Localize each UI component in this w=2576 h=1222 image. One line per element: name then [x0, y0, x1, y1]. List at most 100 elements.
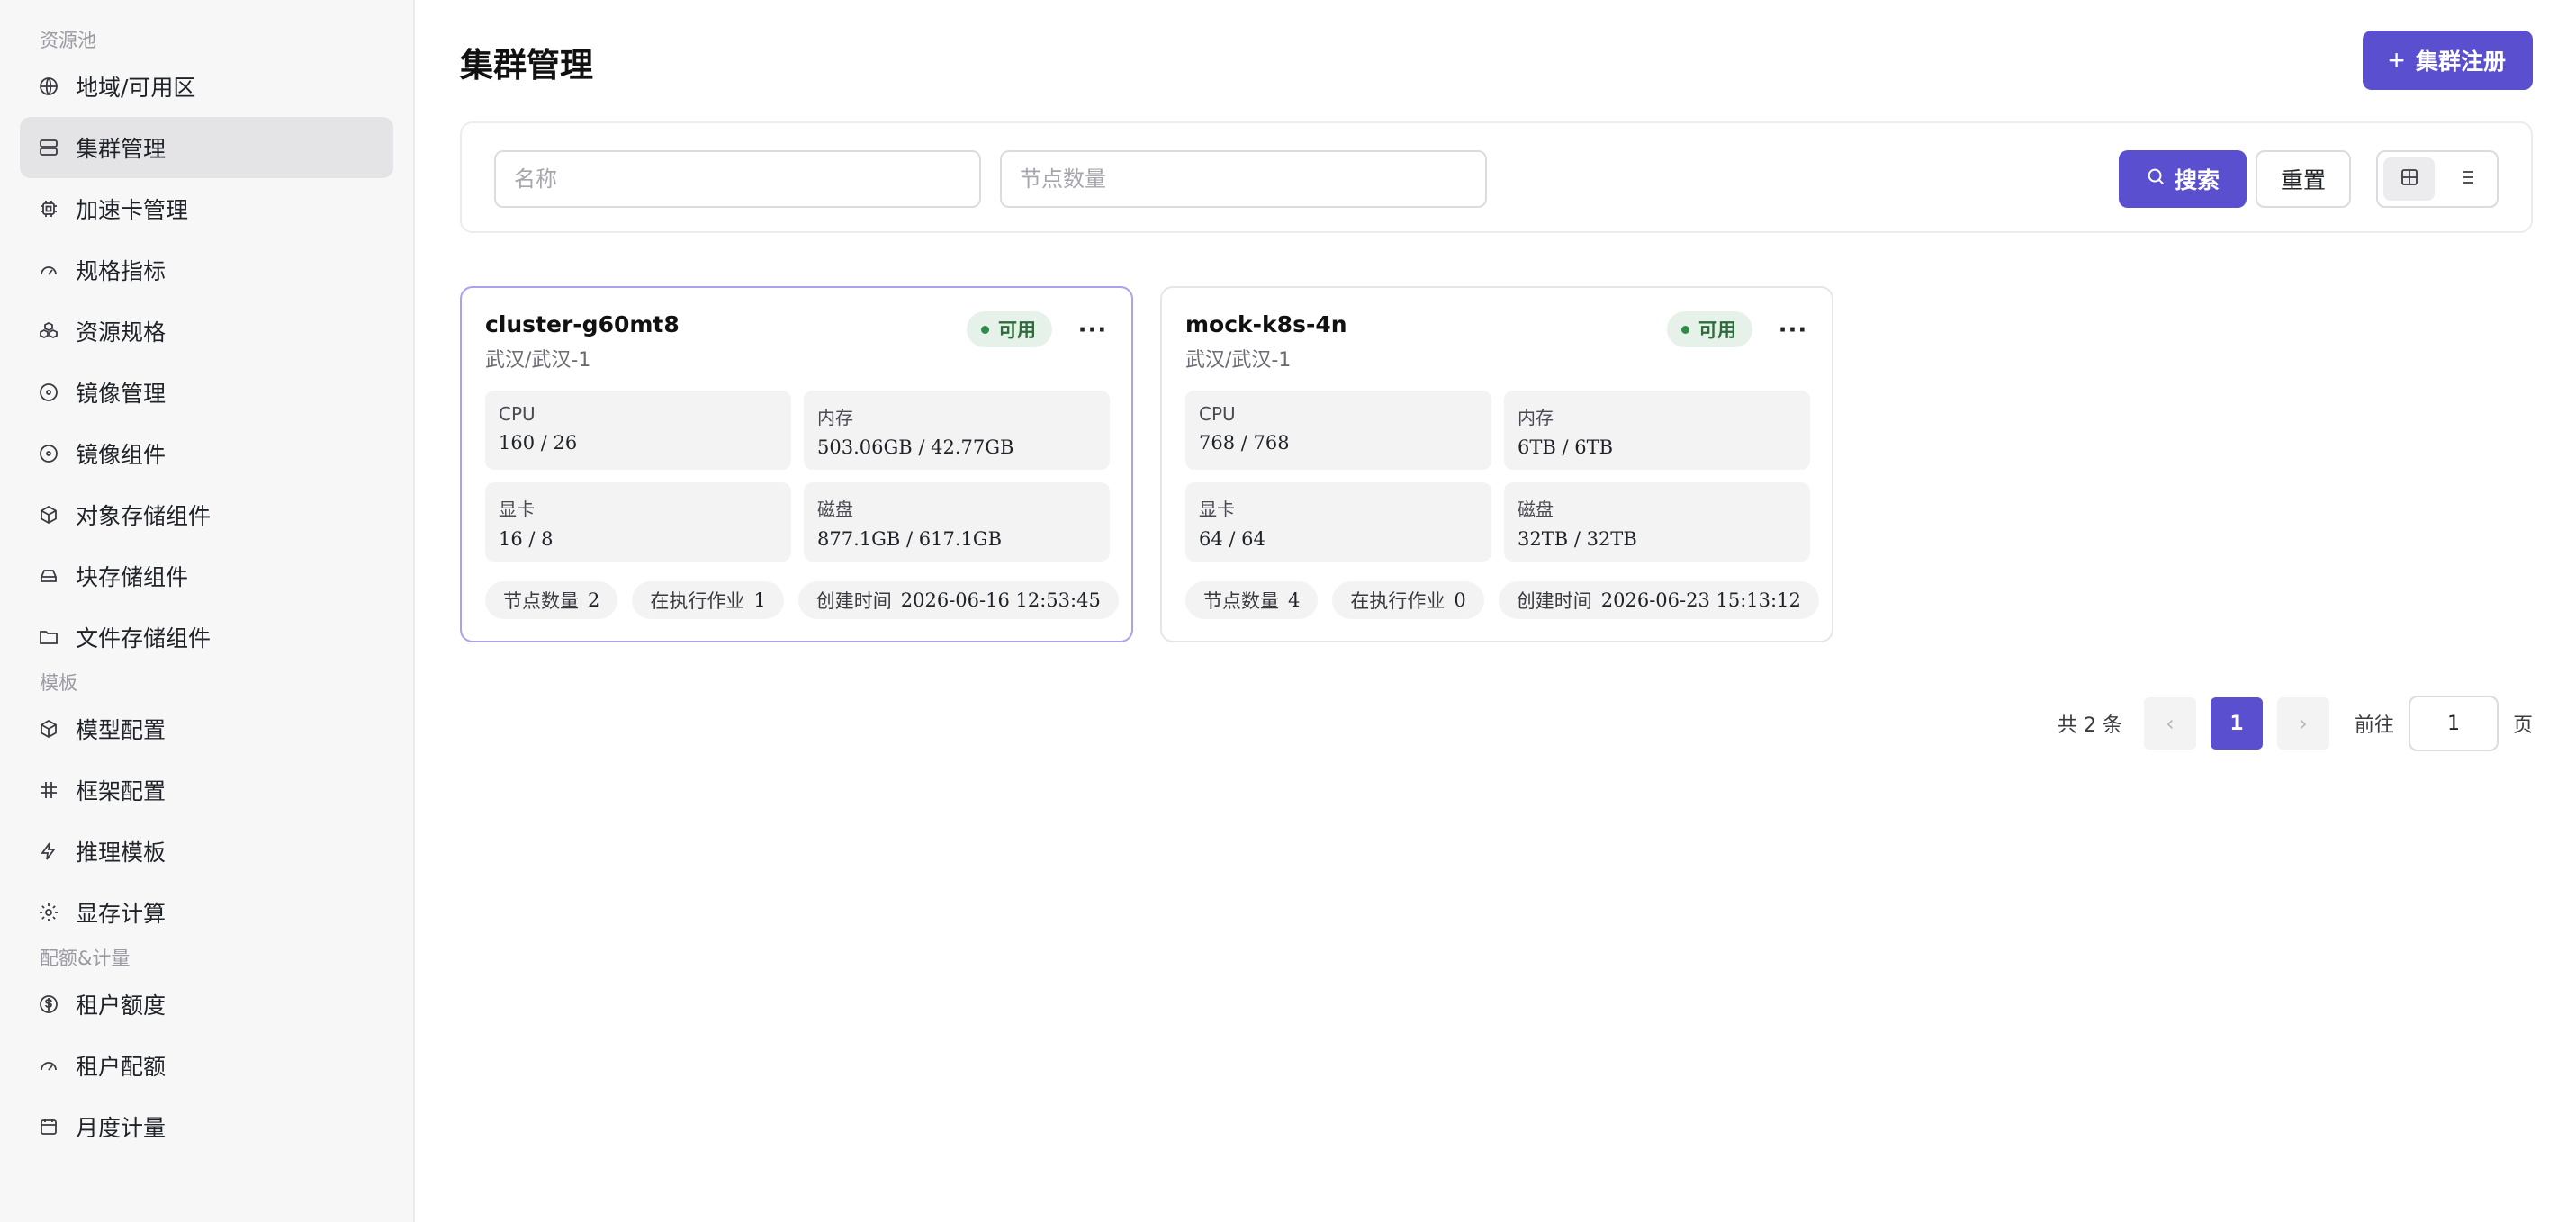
sidebar-section-title: 配额&计量 — [40, 948, 131, 969]
metric-label: 显卡 — [499, 499, 535, 520]
prev-page-button[interactable]: ‹ — [2143, 697, 2196, 750]
name-filter-input[interactable] — [494, 150, 981, 208]
goto-page-input[interactable] — [2408, 696, 2499, 751]
disc-icon — [38, 382, 59, 403]
sidebar-item-resource-spec[interactable]: 资源规格 — [20, 301, 393, 362]
sidebar-item-label: 租户配额 — [76, 1054, 167, 1080]
sidebar-item-label: 租户额度 — [76, 993, 167, 1019]
cluster-card[interactable]: cluster-g60mt8 武汉/武汉-1 可用 ··· CPU 160 / … — [460, 286, 1133, 642]
metric-value: 32TB / 32TB — [1518, 528, 1637, 550]
pagination: 共 2 条 ‹ 1 › 前往 页 — [2058, 696, 2533, 751]
page-suffix: 页 — [2512, 714, 2533, 737]
grid-icon — [2399, 166, 2420, 192]
running-jobs-chip: 在执行作业 1 — [632, 581, 784, 619]
more-actions-icon[interactable]: ··· — [1077, 315, 1108, 346]
chip-label: 节点数量 — [503, 590, 579, 612]
sidebar-item-monthly-metering[interactable]: 月度计量 — [20, 1096, 393, 1157]
sidebar-item-cluster[interactable]: 集群管理 — [20, 117, 393, 178]
sidebar-item-label: 镜像管理 — [76, 381, 167, 407]
sidebar-item-vram-calc[interactable]: 显存计算 — [20, 882, 393, 943]
chip-label: 在执行作业 — [1350, 590, 1446, 612]
search-button[interactable]: 搜索 — [2119, 150, 2247, 208]
main-content: 集群管理 + 集群注册 搜索 重置 c — [417, 0, 2576, 1222]
sidebar-section-title: 模板 — [40, 672, 77, 694]
next-page-button[interactable]: › — [2276, 697, 2329, 750]
metric-label: 显卡 — [1199, 499, 1235, 520]
page-number-button[interactable]: 1 — [2210, 697, 2263, 750]
status-label: 可用 — [998, 319, 1036, 341]
cluster-card[interactable]: mock-k8s-4n 武汉/武汉-1 可用 ··· CPU 768 / 768… — [1160, 286, 1833, 642]
page-title: 集群管理 — [460, 46, 593, 85]
metric-label: 磁盘 — [817, 499, 853, 520]
disc-icon — [38, 443, 59, 464]
cube-icon — [38, 718, 59, 740]
sidebar: 资源池 地域/可用区 集群管理 加速卡管理 规格指标 资源规格 镜像管理 镜像组… — [0, 0, 415, 1222]
disk-metric: 磁盘 877.1GB / 617.1GB — [804, 482, 1110, 562]
sidebar-item-block-storage[interactable]: 块存储组件 — [20, 545, 393, 607]
cluster-region: 武汉/武汉-1 — [1185, 349, 1292, 372]
gear-icon — [38, 902, 59, 923]
created-time-chip: 创建时间 2026-06-16 12:53:45 — [797, 581, 1119, 619]
lightning-icon — [38, 840, 59, 862]
sidebar-item-accel-card[interactable]: 加速卡管理 — [20, 178, 393, 239]
node-count-filter-input[interactable] — [1000, 150, 1487, 208]
chip-label: 节点数量 — [1203, 590, 1279, 612]
chip-icon — [38, 198, 59, 220]
filter-bar: 搜索 重置 — [460, 121, 2533, 233]
cluster-region: 武汉/武汉-1 — [485, 349, 591, 372]
sidebar-item-object-storage[interactable]: 对象存储组件 — [20, 484, 393, 545]
chip-value: 4 — [1288, 589, 1301, 611]
sidebar-item-inference-template[interactable]: 推理模板 — [20, 821, 393, 882]
sidebar-item-spec-metrics[interactable]: 规格指标 — [20, 239, 393, 301]
globe-icon — [38, 76, 59, 97]
status-label: 可用 — [1698, 319, 1736, 341]
boxes-icon — [38, 320, 59, 342]
memory-metric: 内存 6TB / 6TB — [1504, 391, 1810, 470]
gpu-metric: 显卡 16 / 8 — [485, 482, 791, 562]
chip-value: 1 — [753, 589, 766, 611]
sidebar-item-label: 地域/可用区 — [76, 75, 196, 101]
metric-label: CPU — [499, 403, 536, 425]
card-chips: 节点数量 2 在执行作业 1 创建时间 2026-06-16 12:53:45 — [485, 581, 1119, 619]
sidebar-item-label: 规格指标 — [76, 258, 167, 284]
hash-icon — [38, 779, 59, 801]
memory-metric: 内存 503.06GB / 42.77GB — [804, 391, 1110, 470]
more-actions-icon[interactable]: ··· — [1778, 315, 1808, 346]
metric-label: 内存 — [1518, 407, 1554, 428]
running-jobs-chip: 在执行作业 0 — [1332, 581, 1484, 619]
metric-value: 160 / 26 — [499, 432, 578, 454]
chip-value: 2 — [588, 589, 600, 611]
gauge-icon — [38, 259, 59, 281]
chevron-right-icon: › — [2299, 711, 2308, 736]
metric-label: CPU — [1199, 403, 1236, 425]
plus-icon: + — [2388, 44, 2405, 76]
sidebar-item-tenant-limit[interactable]: 租户额度 — [20, 974, 393, 1035]
goto-label: 前往 — [2354, 714, 2394, 737]
metric-value: 64 / 64 — [1199, 528, 1265, 550]
sidebar-item-tenant-quota[interactable]: 租户配额 — [20, 1035, 393, 1096]
list-view-button[interactable] — [2440, 157, 2491, 201]
sidebar-item-image-mgmt[interactable]: 镜像管理 — [20, 362, 393, 423]
sidebar-item-model-config[interactable]: 模型配置 — [20, 698, 393, 759]
node-count-chip: 节点数量 4 — [1185, 581, 1319, 619]
sidebar-item-label: 资源规格 — [76, 319, 167, 346]
sidebar-item-label: 推理模板 — [76, 840, 167, 866]
search-icon — [2146, 166, 2166, 193]
sidebar-item-label: 集群管理 — [76, 136, 167, 162]
grid-view-button[interactable] — [2383, 157, 2435, 201]
chip-value: 2026-06-16 12:53:45 — [900, 589, 1101, 611]
sidebar-item-file-storage[interactable]: 文件存储组件 — [20, 607, 393, 668]
sidebar-item-region[interactable]: 地域/可用区 — [20, 56, 393, 117]
sidebar-item-label: 加速卡管理 — [76, 197, 189, 223]
register-cluster-button[interactable]: + 集群注册 — [2363, 31, 2533, 90]
sidebar-item-label: 镜像组件 — [76, 442, 167, 468]
metric-value: 877.1GB / 617.1GB — [817, 528, 1003, 550]
sidebar-item-label: 框架配置 — [76, 778, 167, 804]
reset-button[interactable]: 重置 — [2256, 150, 2351, 208]
sidebar-item-framework-config[interactable]: 框架配置 — [20, 759, 393, 821]
sidebar-item-image-component[interactable]: 镜像组件 — [20, 423, 393, 484]
register-cluster-label: 集群注册 — [2415, 49, 2506, 75]
chip-label: 创建时间 — [1516, 590, 1592, 612]
created-time-chip: 创建时间 2026-06-23 15:13:12 — [1498, 581, 1819, 619]
list-icon — [2455, 166, 2477, 192]
